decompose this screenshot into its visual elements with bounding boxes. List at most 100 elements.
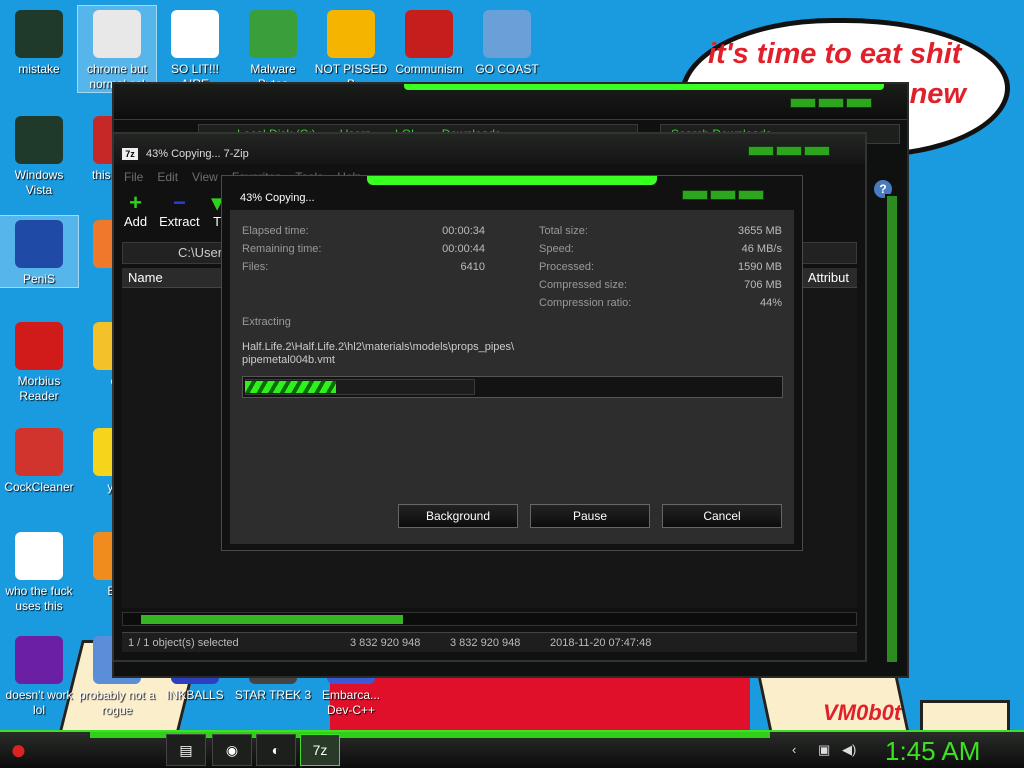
dialog-body: Elapsed time: 00:00:34 Remaining time: 0… (230, 210, 794, 544)
pause-button[interactable]: Pause (530, 504, 650, 528)
taskbar: ● ▤ ◉ ◐ 7z ‹ ▣ ◀) 1:45 AM (0, 730, 1024, 768)
pig-icon (327, 10, 375, 58)
desktop: it's time to eat shit ... new VM0b0t mis… (0, 0, 1024, 730)
extract-button[interactable]: − Extract (159, 192, 199, 230)
desktop-icon-label: Embarca... Dev-C++ (321, 688, 381, 717)
maximize-button[interactable] (776, 146, 802, 156)
tray-chevron-icon[interactable]: ‹ (792, 742, 796, 757)
action-label: Extracting (242, 316, 291, 328)
processed-label: Processed: (539, 261, 595, 273)
fish-icon (483, 10, 531, 58)
desktop-icon[interactable]: PeniS (0, 215, 79, 288)
sevenzip-window-controls (748, 146, 830, 156)
plus-icon: + (129, 190, 142, 215)
circle-icon (15, 10, 63, 58)
start-button[interactable]: ● (10, 734, 50, 768)
desktop-icon[interactable]: chrome but normal col (77, 5, 157, 93)
current-file-path: Half.Life.2\Half.Life.2\hl2\materials\mo… (242, 341, 515, 366)
explorer-scrollbar[interactable] (885, 194, 899, 664)
status-date: 2018-11-20 07:47:48 (550, 637, 652, 649)
desktop-icon[interactable]: mistake (0, 6, 78, 77)
taskbar-opera-icon[interactable]: ◐ (256, 734, 296, 766)
sevenzip-title: 43% Copying... 7-Zip (146, 148, 249, 160)
status-selected: 1 / 1 object(s) selected (128, 637, 239, 649)
files-label: Files: (242, 261, 269, 273)
status-size: 3 832 920 948 (350, 637, 421, 649)
desktop-icon-label: who the fuck uses this (5, 584, 73, 613)
close-button[interactable] (804, 146, 830, 156)
desktop-icon[interactable]: Windows Vista (0, 112, 78, 198)
desktop-icon-label: INKBALLS (166, 688, 224, 702)
close-button[interactable] (846, 98, 872, 108)
desktop-icon-label: probably not a rogue (78, 688, 156, 717)
desktop-icon-label: CockCleaner (4, 480, 74, 494)
status-packed-size: 3 832 920 948 (450, 637, 521, 649)
desktop-icon[interactable]: GO COAST (468, 6, 546, 77)
processed-value: 1590 MB (737, 261, 782, 273)
sevenzip-toolbar: + Add − Extract ▾ T (124, 190, 223, 230)
desktop-icon[interactable]: SO LIT!!! AIRE (156, 6, 234, 92)
desktop-icon[interactable]: CockCleaner (0, 424, 78, 495)
elapsed-label: Elapsed time: (242, 225, 309, 237)
scrollbar-thumb[interactable] (141, 615, 403, 624)
explorer-accent (404, 84, 884, 90)
compressed-size-value: 706 MB (744, 279, 782, 291)
elapsed-value: 00:00:34 (442, 225, 485, 237)
wallpaper-signature: VM0b0t (823, 700, 902, 725)
cards-icon (171, 10, 219, 58)
menu-item[interactable]: View (192, 170, 218, 184)
minimize-button[interactable] (682, 190, 708, 200)
status-bar: 1 / 1 object(s) selected 3 832 920 948 3… (122, 632, 857, 652)
taskbar-chrome-icon[interactable]: ◉ (212, 734, 252, 766)
progress-dialog: 43% Copying... Elapsed time: 00:00:34 Re… (221, 175, 803, 551)
speed-value: 46 MB/s (741, 243, 782, 255)
desktop-icon-label: STAR TREK 3 (234, 688, 312, 702)
explorer-window-controls (790, 98, 872, 108)
total-size-value: 3655 MB (737, 225, 782, 237)
background-button[interactable]: Background (398, 504, 518, 528)
maximize-button[interactable] (818, 98, 844, 108)
taskbar-7zip-icon[interactable]: 7z (300, 734, 340, 766)
desktop-icon[interactable]: Communism (390, 6, 468, 77)
tray-network-icon[interactable]: ▣ (818, 742, 830, 758)
add-button[interactable]: + Add (124, 190, 147, 230)
compression-ratio-label: Compression ratio: (539, 297, 632, 309)
desktop-icon[interactable]: who the fuck uses this (0, 528, 78, 614)
desktop-icon[interactable]: doesn't work lol (0, 632, 78, 718)
maximize-button[interactable] (710, 190, 736, 200)
recycle-icon (15, 116, 63, 164)
cancel-button[interactable]: Cancel (662, 504, 782, 528)
tray-volume-icon[interactable]: ◀) (842, 742, 856, 758)
desktop-icon-label: Windows Vista (14, 168, 64, 197)
menu-item[interactable]: Edit (157, 170, 178, 184)
sevenzip-titlebar: 7z 43% Copying... 7-Zip (114, 134, 865, 164)
desktop-icon-label: PeniS (22, 272, 56, 286)
ccleaner-icon (15, 428, 63, 476)
sevenzip-icon: 7z (122, 148, 138, 160)
column-attributes[interactable]: Attribut (808, 270, 849, 285)
desktop-icon[interactable]: Morbius Reader (0, 318, 78, 404)
taskbar-clock[interactable]: 1:45 AM (885, 736, 980, 767)
desktop-icon[interactable]: NOT PISSED B (312, 6, 390, 92)
photoshop-icon (15, 220, 63, 268)
wallpaper-foot (920, 700, 1010, 730)
acrobat-icon (15, 322, 63, 370)
minimize-button[interactable] (748, 146, 774, 156)
column-name[interactable]: Name (128, 270, 163, 285)
yahoo-icon (15, 636, 63, 684)
shield-icon (249, 10, 297, 58)
compression-ratio-value: 44% (759, 297, 782, 309)
eagle-icon (405, 10, 453, 58)
progress-bar-file-fill (245, 381, 336, 393)
minimize-button[interactable] (790, 98, 816, 108)
horizontal-scrollbar[interactable] (122, 612, 857, 626)
close-button[interactable] (738, 190, 764, 200)
taskbar-explorer-icon[interactable]: ▤ (166, 734, 206, 766)
desktop-icon-label: GO COAST (475, 62, 539, 76)
menu-item[interactable]: File (124, 170, 143, 184)
dialog-window-controls (682, 190, 764, 200)
desktop-icon-label: doesn't work lol (5, 688, 73, 717)
dialog-title: 43% Copying... (240, 192, 315, 204)
desktop-icon-label: mistake (18, 62, 60, 76)
desktop-icon[interactable]: Malware Bytes (234, 6, 312, 92)
